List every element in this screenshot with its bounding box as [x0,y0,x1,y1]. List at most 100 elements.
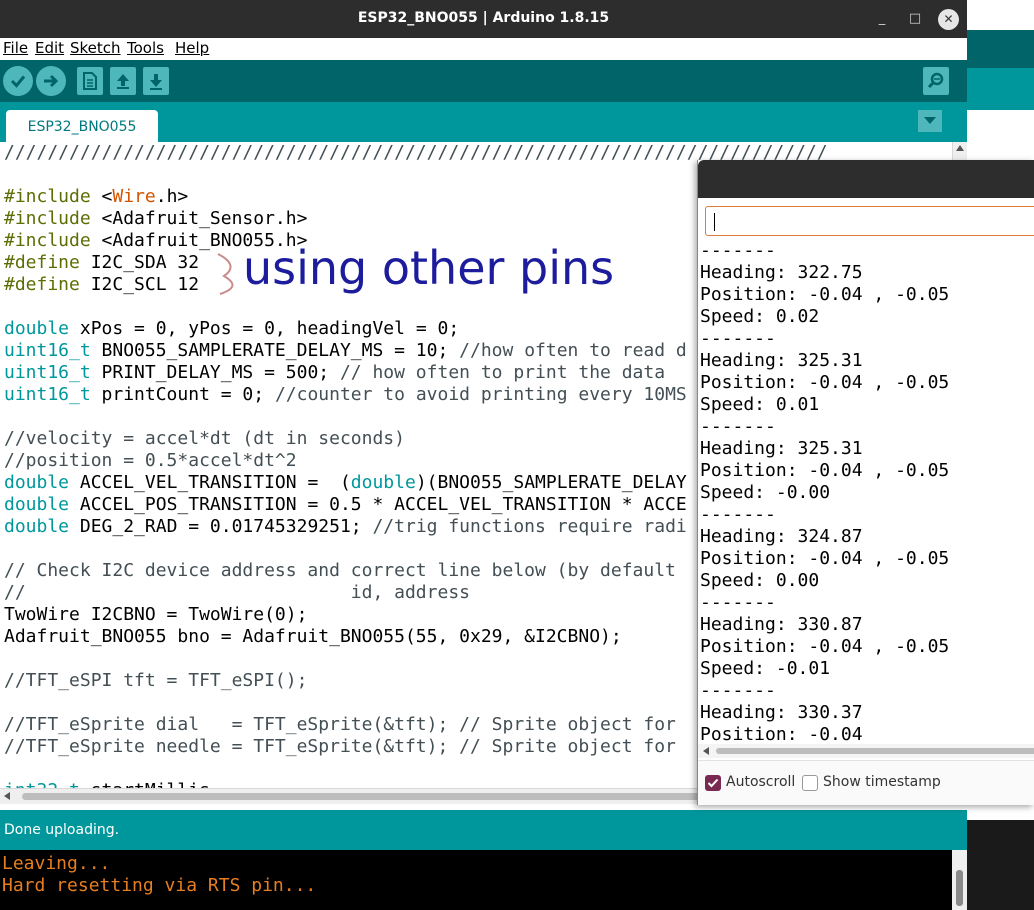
menu-edit[interactable]: Edit [35,39,64,57]
autoscroll-label[interactable]: Autoscroll [726,774,795,790]
scribble-mark [217,253,234,295]
code-line: Adafruit_BNO055 bno = Adafruit_BNO055(55… [4,626,622,647]
scrollbar-thumb[interactable] [956,870,963,906]
serial-line: Position: -0.04 [700,724,863,745]
scroll-left-icon[interactable] [703,747,709,755]
serial-line: Heading: 324.87 [700,526,863,547]
code-line: int32_t startMillis [4,780,210,788]
serial-line: Position: -0.04 , -0.05 [700,548,950,569]
serial-input[interactable] [705,206,1034,236]
window-title: ESP32_BNO055 | Arduino 1.8.15 [357,10,610,26]
new-button[interactable] [77,67,103,95]
minimize-button[interactable]: _ [872,10,892,30]
serial-monitor-icon [927,72,944,89]
serial-line: ------- [700,328,776,349]
console-line: Leaving... [2,853,111,874]
maximize-button[interactable]: □ [905,10,925,30]
code-line: #define I2C_SDA 32 [4,252,200,273]
annotation-text: using other pins [243,241,615,295]
open-button[interactable] [110,67,136,95]
tab-menu-button[interactable] [918,110,942,132]
new-icon [83,72,97,90]
serial-line: ------- [700,592,776,613]
scroll-left-icon[interactable] [4,792,10,800]
close-button[interactable]: ✕ [938,9,959,30]
upload-button[interactable] [36,66,66,96]
scrollbar-thumb[interactable] [716,748,1034,754]
menu-bar: File Edit Sketch Tools Help [0,38,967,60]
show-timestamp-checkbox[interactable] [802,775,818,791]
upload-icon [44,74,59,88]
serial-line: Position: -0.04 , -0.05 [700,284,950,305]
menu-sketch[interactable]: Sketch [70,39,121,57]
code-line: uint16_t PRINT_DELAY_MS = 500; // how of… [4,362,666,383]
serial-monitor-button[interactable] [923,67,949,95]
serial-line: Speed: 0.02 [700,306,820,327]
scroll-up-icon[interactable] [956,145,964,151]
code-line: double xPos = 0, yPos = 0, headingVel = … [4,318,460,339]
background-toolbar [967,30,1034,68]
serial-line: ------- [700,504,776,525]
serial-monitor-window: ------- Heading: 322.75 Position: -0.04 , … [697,160,1034,805]
status-text: Done uploading. [4,822,120,838]
serial-line: Position: -0.04 , -0.05 [700,372,950,393]
code-line: //TFT_eSprite needle = TFT_eSprite(&tft)… [4,736,676,757]
checkmark-icon [707,778,719,788]
serial-line: Speed: 0.01 [700,394,820,415]
chevron-down-icon [924,117,936,124]
code-line: //TFT_eSPI tft = TFT_eSPI(); [4,670,308,691]
background-console [967,820,1034,910]
code-line: #include <Wire.h> [4,186,189,207]
serial-line: Heading: 322.75 [700,262,863,283]
serial-line: Heading: 325.31 [700,438,863,459]
code-line: double DEG_2_RAD = 0.01745329251; //trig… [4,516,687,537]
show-timestamp-label[interactable]: Show timestamp [823,774,941,790]
tab-bar: ESP32_BNO055 [0,102,967,142]
serial-line: ------- [700,680,776,701]
serial-line: ------- [700,240,776,261]
serial-line: Speed: -0.00 [700,482,831,503]
serial-line: Speed: 0.00 [700,570,820,591]
serial-line: Position: -0.04 , -0.05 [700,460,950,481]
code-line: double ACCEL_VEL_TRANSITION = (double)(B… [4,472,687,493]
menu-help[interactable]: Help [175,39,209,57]
text-caret [714,213,715,231]
code-line: uint16_t BNO055_SAMPLERATE_DELAY_MS = 10… [4,340,687,361]
save-button[interactable] [143,67,169,95]
code-line: #define I2C_SCL 12 [4,274,200,295]
code-line: //velocity = accel*dt (dt in seconds) [4,428,405,449]
serial-line: Heading: 330.37 [700,702,863,723]
code-line: // id, address [4,582,470,603]
serial-line: Speed: -0.01 [700,658,831,679]
scrollbar-thumb[interactable] [22,793,702,800]
code-line: // Check I2C device address and correct … [4,560,676,581]
save-icon [150,74,162,90]
serial-output: ------- Heading: 322.75 Position: -0.04 , … [698,240,1034,822]
code-line: //TFT_eSprite dial = TFT_eSprite(&tft); … [4,714,676,735]
serial-line: ------- [700,416,776,437]
code-line: //position = 0.5*accel*dt^2 [4,450,297,471]
code-line: #include <Adafruit_Sensor.h> [4,208,308,229]
console-output: Leaving... Hard resetting via RTS pin... [0,850,952,910]
title-bar: ESP32_BNO055 | Arduino 1.8.15 _ □ ✕ [0,0,967,38]
open-icon [117,74,129,89]
serial-footer: Autoscroll Show timestamp [698,760,1034,805]
toolbar [0,60,967,102]
menu-file[interactable]: File [3,39,28,57]
serial-line: Heading: 330.87 [700,614,863,635]
menu-tools[interactable]: Tools [127,39,164,57]
verify-icon [10,75,26,88]
verify-button[interactable] [3,66,33,96]
serial-monitor-titlebar[interactable] [698,160,1034,198]
autoscroll-checkbox[interactable] [705,775,721,791]
serial-line: Heading: 325.31 [700,350,863,371]
code-line: double ACCEL_POS_TRANSITION = 0.5 * ACCE… [4,494,687,515]
tab-esp32-bno055[interactable]: ESP32_BNO055 [6,110,158,142]
code-line: uint16_t printCount = 0; //counter to av… [4,384,687,405]
console-scrollbar[interactable] [952,850,967,910]
background-tabbar [967,68,1034,110]
console-line: Hard resetting via RTS pin... [2,875,317,896]
serial-line: Position: -0.04 , -0.05 [700,636,950,657]
serial-horizontal-scrollbar[interactable] [698,744,1034,758]
code-line: TwoWire I2CBNO = TwoWire(0); [4,604,308,625]
